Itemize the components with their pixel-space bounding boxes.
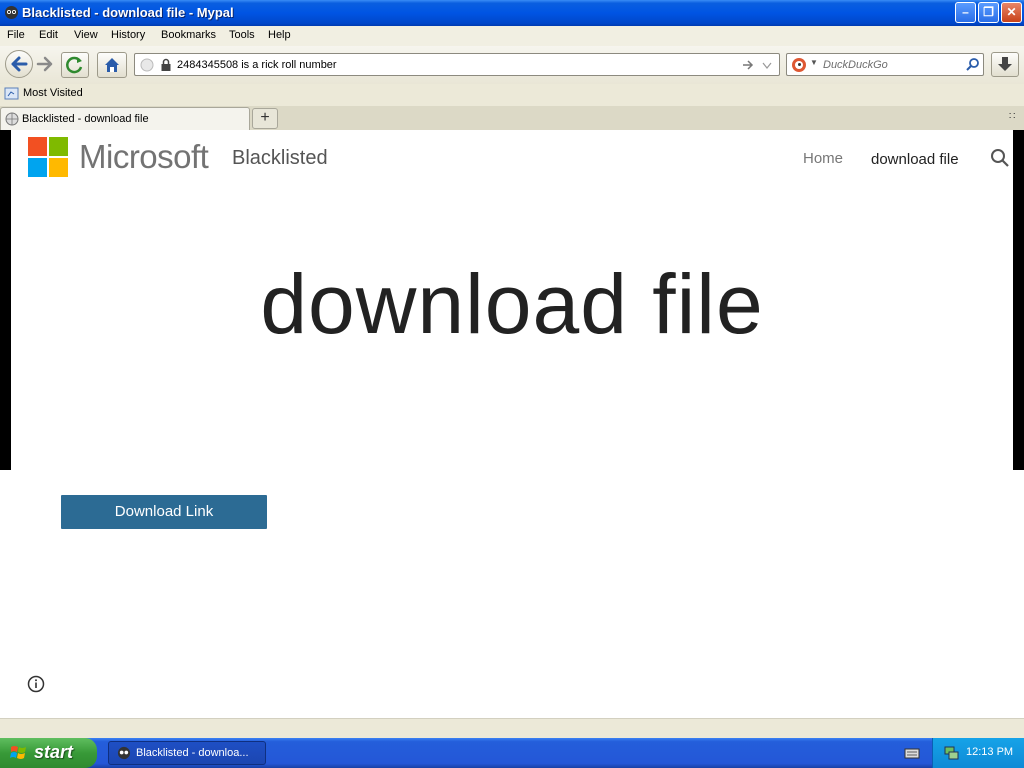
system-tray: 12:13 PM xyxy=(932,738,1024,768)
left-margin xyxy=(0,130,11,470)
hero-title: download file xyxy=(260,257,764,351)
minimize-button[interactable]: – xyxy=(955,2,976,23)
taskbar-window-button[interactable]: Blacklisted - downloa... xyxy=(108,741,266,765)
tab-list-icon[interactable]: ∷ xyxy=(1009,111,1015,122)
keyboard-icon[interactable] xyxy=(904,746,920,760)
menu-edit[interactable]: Edit xyxy=(39,29,58,41)
menu-view[interactable]: View xyxy=(74,29,98,41)
download-link-button[interactable]: Download Link xyxy=(61,495,267,529)
site-search-icon[interactable] xyxy=(989,147,1011,169)
reload-icon xyxy=(66,56,83,74)
downloads-button[interactable] xyxy=(991,52,1019,77)
taskbar-window-label: Blacklisted - downloa... xyxy=(136,747,249,759)
taskbar: start Blacklisted - downloa... 12:13 PM xyxy=(0,738,1024,768)
download-arrow-icon xyxy=(998,57,1012,71)
lock-icon xyxy=(161,58,171,71)
tab-active[interactable]: Blacklisted - download file xyxy=(0,107,250,130)
hero-section: download file xyxy=(11,190,1013,470)
back-arrow-icon xyxy=(11,56,28,72)
windows-flag-icon xyxy=(10,746,26,759)
tab-strip: Blacklisted - download file + ∷ xyxy=(0,106,1024,130)
title-bar: Blacklisted - download file - Mypal – ❐ … xyxy=(0,0,1024,26)
duckduckgo-icon xyxy=(792,58,806,72)
menu-history[interactable]: History xyxy=(111,29,145,41)
menu-bookmarks[interactable]: Bookmarks xyxy=(161,29,216,41)
bookmark-label: Most Visited xyxy=(23,87,83,99)
go-arrow-icon[interactable] xyxy=(741,58,755,72)
maximize-button[interactable]: ❐ xyxy=(978,2,999,23)
info-icon[interactable] xyxy=(27,675,45,693)
site-identity-icon xyxy=(140,58,154,72)
url-bar[interactable]: 2484345508 is a rick roll number xyxy=(134,53,780,76)
status-bar xyxy=(0,718,1024,738)
menu-file[interactable]: File xyxy=(7,29,25,41)
start-button[interactable]: start xyxy=(0,738,97,768)
new-tab-button[interactable]: + xyxy=(252,108,278,129)
clock: 12:13 PM xyxy=(966,746,1014,758)
close-button[interactable]: ✕ xyxy=(1001,2,1022,23)
taskbar-app-icon xyxy=(117,746,131,760)
menu-tools[interactable]: Tools xyxy=(229,29,255,41)
forward-button[interactable] xyxy=(33,52,59,78)
search-engine-dropdown-icon[interactable]: ▼ xyxy=(810,58,818,67)
nav-home-link[interactable]: Home xyxy=(803,150,843,167)
home-icon xyxy=(105,58,119,72)
page-content: Microsoft Blacklisted Home download file… xyxy=(0,130,1024,718)
nav-download-link[interactable]: download file xyxy=(871,151,959,168)
search-bar[interactable]: ▼ DuckDuckGo xyxy=(786,53,984,76)
microsoft-logo-icon[interactable] xyxy=(28,137,68,177)
tab-label: Blacklisted - download file xyxy=(22,113,149,125)
start-label: start xyxy=(34,742,74,762)
bookmark-folder-icon xyxy=(4,87,19,100)
network-icon[interactable] xyxy=(943,745,959,761)
site-name[interactable]: Blacklisted xyxy=(232,147,328,170)
url-dropdown-icon[interactable] xyxy=(761,59,773,71)
logo-wordmark[interactable]: Microsoft xyxy=(79,138,209,176)
tab-globe-icon xyxy=(5,112,19,126)
search-placeholder: DuckDuckGo xyxy=(823,59,888,71)
home-button[interactable] xyxy=(97,52,127,78)
reload-button[interactable] xyxy=(61,52,89,78)
browser-window: Blacklisted - download file - Mypal – ❐ … xyxy=(0,0,1024,738)
window-title: Blacklisted - download file - Mypal xyxy=(22,5,234,20)
forward-arrow-icon xyxy=(36,56,53,72)
back-button[interactable] xyxy=(5,50,33,78)
bookmarks-toolbar: Most Visited xyxy=(0,84,1024,106)
search-magnifier-icon[interactable] xyxy=(965,57,981,73)
menu-bar: File Edit View History Bookmarks Tools H… xyxy=(0,26,1024,46)
site-header: Microsoft Blacklisted Home download file xyxy=(11,130,1013,190)
right-margin xyxy=(1013,130,1024,470)
menu-help[interactable]: Help xyxy=(268,29,291,41)
app-icon xyxy=(5,6,18,19)
url-text: 2484345508 is a rick roll number xyxy=(177,59,337,71)
